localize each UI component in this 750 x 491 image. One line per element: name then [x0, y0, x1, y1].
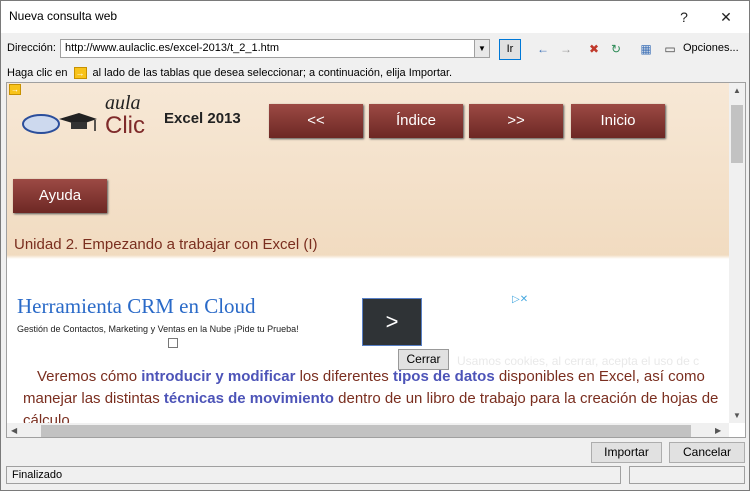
nav-index-button[interactable]: Índice — [369, 104, 463, 138]
address-label: Dirección: — [7, 42, 56, 54]
hint-text: Haga clic en → al lado de las tablas que d… — [7, 67, 453, 80]
vertical-scrollbar[interactable]: ▲ ▼ — [729, 83, 745, 423]
save-query-icon[interactable]: ▭ — [662, 41, 678, 57]
horizontal-scrollbar[interactable]: ◀ ▶ — [7, 423, 729, 437]
ad-chevron-right-icon[interactable]: > — [362, 298, 422, 346]
scroll-right-icon[interactable]: ▶ — [715, 426, 721, 435]
cancel-button[interactable]: Cancelar — [669, 442, 745, 463]
ad-choices-icon[interactable]: ▷✕ — [512, 294, 528, 305]
forward-arrow-icon[interactable]: → — [558, 41, 574, 57]
unit-title: Unidad 2. Empezando a trabajar con Excel… — [14, 236, 318, 253]
scroll-up-icon[interactable]: ▲ — [733, 86, 741, 95]
import-button[interactable]: Importar — [591, 442, 662, 463]
unit-divider — [7, 255, 729, 259]
ad-subtitle: Gestión de Contactos, Marketing y Ventas… — [17, 324, 299, 334]
address-input[interactable]: http://www.aulaclic.es/excel-2013/t_2_1.… — [60, 39, 475, 58]
keyword-link-tipos[interactable]: tipos de datos — [393, 368, 495, 385]
scroll-down-icon[interactable]: ▼ — [733, 411, 741, 420]
window-title: Nueva consulta web — [9, 9, 118, 23]
address-dropdown-button[interactable]: ▼ — [474, 39, 490, 58]
status-bar: Finalizado — [6, 466, 621, 484]
keyword-link-tecnicas[interactable]: técnicas de movimiento — [164, 390, 334, 407]
ad-title[interactable]: Herramienta CRM en Cloud — [17, 294, 256, 319]
scroll-left-icon[interactable]: ◀ — [11, 426, 17, 435]
status-bar-secondary — [629, 466, 745, 484]
logo-word-aula: aula — [105, 92, 141, 114]
nav-next-button[interactable]: >> — [469, 104, 563, 138]
help-button[interactable]: ? — [669, 5, 699, 29]
web-page: → aula Clic Excel 2013 << Índice >> Inic… — [7, 83, 729, 429]
refresh-icon[interactable]: ↻ — [608, 41, 624, 57]
vertical-scroll-thumb[interactable] — [731, 105, 743, 163]
site-title: Excel 2013 — [164, 110, 241, 127]
stop-icon[interactable]: ✖ — [586, 41, 602, 57]
advertisement-banner[interactable]: Herramienta CRM en Cloud Gestión de Cont… — [14, 292, 532, 350]
help-site-button[interactable]: Ayuda — [13, 179, 107, 213]
go-button[interactable]: Ir — [499, 39, 521, 60]
web-preview-pane[interactable]: → aula Clic Excel 2013 << Índice >> Inic… — [6, 82, 746, 438]
ad-checkbox[interactable] — [168, 338, 178, 348]
close-window-button[interactable]: ✕ — [711, 5, 741, 29]
options-button[interactable]: Opciones... — [683, 42, 739, 54]
title-bar: Nueva consulta web ? ✕ — [1, 1, 749, 33]
address-toolbar: Dirección: http://www.aulaclic.es/excel-… — [1, 33, 749, 63]
new-web-query-dialog: Nueva consulta web ? ✕ Dirección: http:/… — [0, 0, 750, 491]
select-table-arrow-icon: → — [73, 67, 87, 80]
horizontal-scroll-thumb[interactable] — [41, 425, 691, 437]
hide-icons-icon[interactable]: ▦ — [638, 41, 654, 57]
keyword-link-introducir[interactable]: introducir y modificar — [141, 368, 295, 385]
logo-word-clic: Clic — [105, 112, 145, 139]
back-arrow-icon[interactable]: ← — [535, 41, 551, 57]
nav-home-button[interactable]: Inicio — [571, 104, 665, 138]
nav-previous-button[interactable]: << — [269, 104, 363, 138]
aulaclic-logo: aula Clic — [19, 91, 149, 141]
